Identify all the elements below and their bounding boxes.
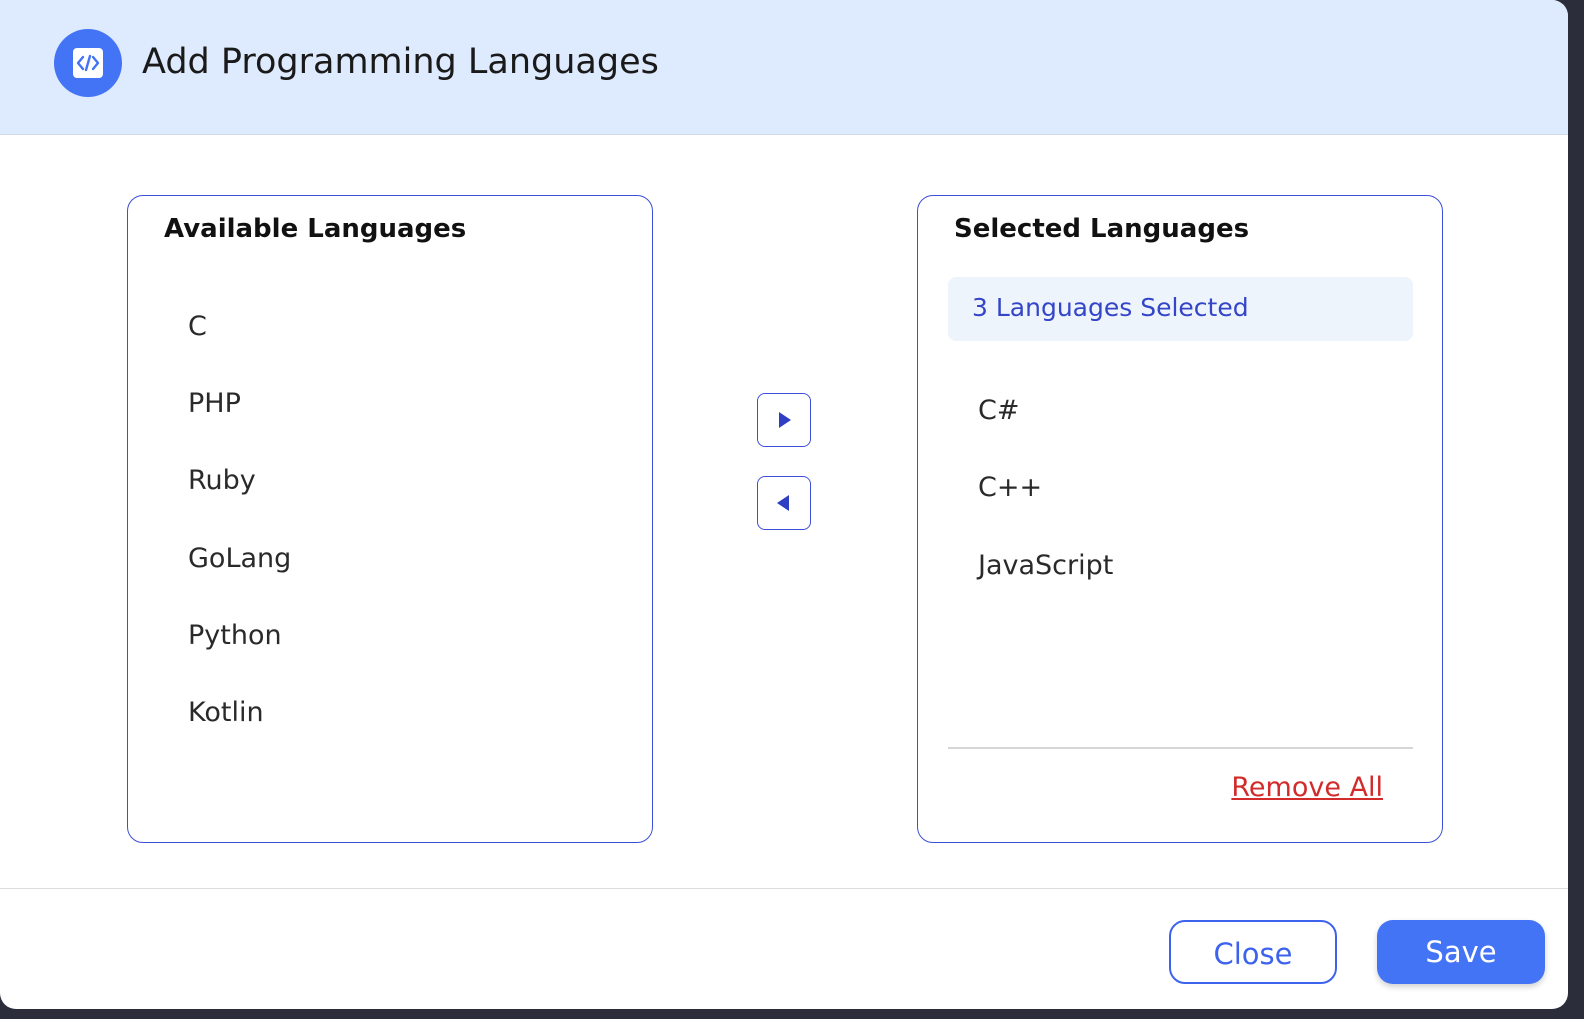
selected-count-banner: 3 Languages Selected <box>948 277 1413 341</box>
dialog-header: Add Programming Languages <box>0 0 1568 135</box>
selected-count-label: 3 Languages Selected <box>972 293 1249 322</box>
move-left-button[interactable] <box>757 476 811 530</box>
footer-divider <box>0 888 1568 889</box>
add-languages-dialog: Add Programming Languages Available Lang… <box>0 0 1568 1009</box>
selected-languages-panel: Selected Languages 3 Languages Selected … <box>917 195 1443 843</box>
available-languages-title: Available Languages <box>164 214 467 244</box>
triangle-left-icon <box>777 495 789 511</box>
dialog-title: Add Programming Languages <box>142 42 659 82</box>
selected-languages-title: Selected Languages <box>954 214 1250 244</box>
selected-language-item[interactable]: C++ <box>978 471 1042 505</box>
available-language-item[interactable]: Python <box>188 619 282 653</box>
save-button[interactable]: Save <box>1377 920 1545 984</box>
available-language-item[interactable]: Kotlin <box>188 696 264 730</box>
code-icon <box>54 29 122 97</box>
available-language-item[interactable]: PHP <box>188 387 241 421</box>
panel-divider <box>948 747 1413 749</box>
selected-language-item[interactable]: C# <box>978 394 1019 428</box>
available-languages-panel: Available Languages C PHP Ruby GoLang Py… <box>127 195 653 843</box>
selected-language-item[interactable]: JavaScript <box>978 549 1113 583</box>
triangle-right-icon <box>779 412 791 428</box>
available-language-item[interactable]: Ruby <box>188 464 256 498</box>
remove-all-link[interactable]: Remove All <box>1231 770 1383 806</box>
available-language-item[interactable]: C <box>188 310 207 344</box>
available-language-item[interactable]: GoLang <box>188 542 291 576</box>
move-right-button[interactable] <box>757 393 811 447</box>
close-button[interactable]: Close <box>1169 920 1337 984</box>
